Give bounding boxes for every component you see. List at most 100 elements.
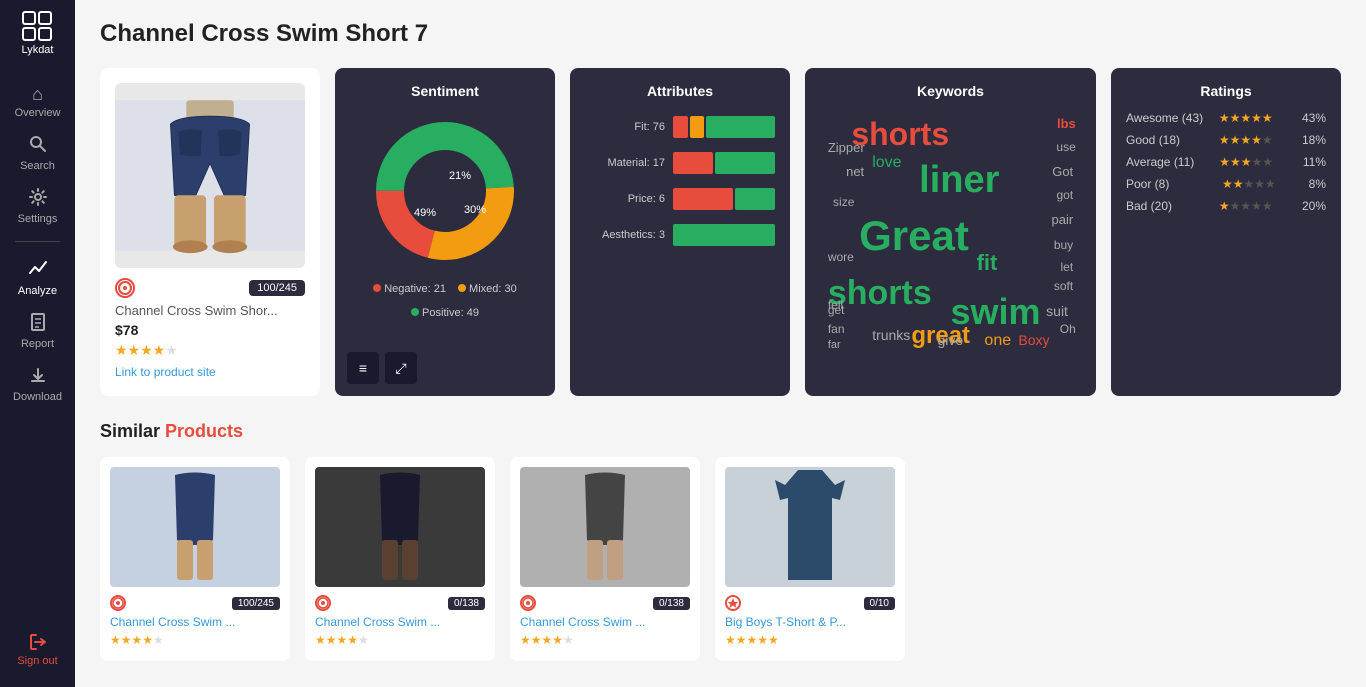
attr-label-price: Price: 6	[585, 193, 665, 205]
brand-logo	[115, 278, 135, 298]
app-logo: Lykdat	[21, 10, 53, 56]
similar-brand-row-3: 0/138	[520, 595, 690, 611]
rating-row-poor: Poor (8) ★★★★★ 8%	[1126, 177, 1326, 191]
attr-bar-material	[673, 152, 775, 174]
similar-image-2	[315, 467, 485, 587]
similar-stars-1: ★★★★★	[110, 633, 280, 647]
sidebar-item-report[interactable]: Report	[0, 305, 75, 358]
similar-brand-logo-2	[315, 595, 331, 611]
ratings-card: Ratings Awesome (43) ★★★★★ 43% Good (18)…	[1111, 68, 1341, 396]
sign-out-button[interactable]: Sign out	[17, 622, 57, 677]
kw-buy: buy	[1054, 238, 1073, 252]
kw-one: one	[984, 332, 1011, 350]
product-stars: ★★★★★	[115, 342, 305, 359]
sidebar-item-download[interactable]: Download	[0, 358, 75, 411]
product-image	[115, 83, 305, 268]
sidebar-item-settings[interactable]: Settings	[0, 180, 75, 233]
kw-give: give	[937, 332, 963, 348]
rating-stars-poor: ★★★★★	[1222, 177, 1302, 191]
sidebar-item-search[interactable]: Search	[0, 127, 75, 180]
kw-wore: wore	[828, 250, 854, 264]
attr-label-fit: Fit: 76	[585, 121, 665, 133]
top-row: 100/245 Channel Cross Swim Shor... $78 ★…	[100, 68, 1341, 396]
positive-legend: Positive: 49	[411, 307, 479, 319]
chart-buttons: ≡ ⤢	[347, 352, 417, 384]
svg-text:21%: 21%	[449, 170, 471, 182]
similar-section: Similar Products 100/245 Chann	[100, 421, 1341, 661]
similar-name-3[interactable]: Channel Cross Swim ...	[520, 615, 690, 629]
kw-liner1: liner	[919, 159, 999, 202]
kw-soft: soft	[1054, 279, 1073, 293]
sidebar: Lykdat ⌂ Overview Search Settings Analyz…	[0, 0, 75, 687]
attr-label-material: Material: 17	[585, 157, 665, 169]
sidebar-divider	[15, 241, 60, 242]
expand-button[interactable]: ⤢	[385, 352, 417, 384]
similar-brand-logo-4	[725, 595, 741, 611]
similar-badge-3: 0/138	[653, 597, 690, 610]
report-icon	[29, 313, 47, 336]
similar-badge-2: 0/138	[448, 597, 485, 610]
kw-let: let	[1060, 260, 1073, 274]
settings-icon	[29, 188, 47, 211]
kw-far: far	[828, 339, 841, 351]
similar-card-1: 100/245 Channel Cross Swim ... ★★★★★	[100, 457, 290, 661]
kw-net: net	[846, 164, 864, 179]
mixed-legend: Mixed: 30	[458, 283, 517, 295]
attr-bar-aesthetics	[673, 224, 775, 246]
product-name: Channel Cross Swim Shor...	[115, 303, 305, 318]
kw-boxy: Boxy	[1018, 332, 1049, 348]
rating-row-average: Average (11) ★★★★★ 11%	[1126, 155, 1326, 169]
similar-badge-4: 0/10	[864, 597, 895, 610]
sentiment-card: Sentiment 21% 49% 30	[335, 68, 555, 396]
similar-name-1[interactable]: Channel Cross Swim ...	[110, 615, 280, 629]
attributes-title: Attributes	[585, 83, 775, 99]
similar-card-2: 0/138 Channel Cross Swim ... ★★★★★	[305, 457, 495, 661]
sidebar-item-overview[interactable]: ⌂ Overview	[0, 76, 75, 127]
product-card: 100/245 Channel Cross Swim Shor... $78 ★…	[100, 68, 320, 396]
kw-fit: fit	[977, 250, 998, 276]
app-name: Lykdat	[21, 44, 53, 56]
kw-trunks: trunks	[872, 327, 910, 343]
overview-icon: ⌂	[32, 84, 43, 105]
kw-lbs: lbs	[1057, 116, 1076, 131]
rating-pct-poor: 8%	[1309, 177, 1326, 191]
similar-card-4: 0/10 Big Boys T-Short & P... ★★★★★	[715, 457, 905, 661]
similar-image-3	[520, 467, 690, 587]
sentiment-title: Sentiment	[350, 83, 540, 99]
product-link[interactable]: Link to product site	[115, 365, 216, 379]
main-content: Channel Cross Swim Short 7	[75, 0, 1366, 687]
sign-out-label: Sign out	[17, 655, 57, 667]
similar-name-2[interactable]: Channel Cross Swim ...	[315, 615, 485, 629]
attributes-card: Attributes Fit: 76 Material: 17	[570, 68, 790, 396]
similar-name-4[interactable]: Big Boys T-Short & P...	[725, 615, 895, 629]
similar-brand-row-1: 100/245	[110, 595, 280, 611]
attr-row-fit: Fit: 76	[585, 116, 775, 138]
rating-pct-awesome: 43%	[1302, 111, 1326, 125]
attr-row-material: Material: 17	[585, 152, 775, 174]
similar-brand-logo-3	[520, 595, 536, 611]
similar-brand-row-4: 0/10	[725, 595, 895, 611]
kw-zipper: Zipper	[828, 140, 865, 155]
similar-badge-1: 100/245	[232, 597, 280, 610]
donut-chart: 21% 49% 30%	[365, 111, 525, 271]
attr-bar-fit	[673, 116, 775, 138]
sentiment-container: 21% 49% 30% Negative: 21 Mixed: 30 Posit…	[350, 111, 540, 319]
sidebar-item-overview-label: Overview	[15, 107, 61, 119]
kw-pair: pair	[1051, 212, 1073, 227]
kw-got: Got	[1052, 164, 1073, 179]
rating-label-bad: Bad (20)	[1126, 199, 1213, 213]
rating-pct-good: 18%	[1302, 133, 1326, 147]
review-badge: 100/245	[249, 280, 305, 296]
rating-pct-average: 11%	[1303, 155, 1326, 169]
sidebar-item-analyze[interactable]: Analyze	[0, 250, 75, 305]
similar-products-list: 100/245 Channel Cross Swim ... ★★★★★	[100, 457, 1341, 661]
sign-out-icon	[28, 632, 48, 655]
similar-stars-4: ★★★★★	[725, 633, 895, 647]
rating-stars-good: ★★★★★	[1219, 133, 1296, 147]
attr-row-aesthetics: Aesthetics: 3	[585, 224, 775, 246]
kw-oh: Oh	[1060, 322, 1076, 336]
filter-button[interactable]: ≡	[347, 352, 379, 384]
kw-got2: got	[1056, 188, 1073, 202]
page-title: Channel Cross Swim Short 7	[100, 20, 1341, 48]
svg-text:49%: 49%	[414, 207, 436, 219]
